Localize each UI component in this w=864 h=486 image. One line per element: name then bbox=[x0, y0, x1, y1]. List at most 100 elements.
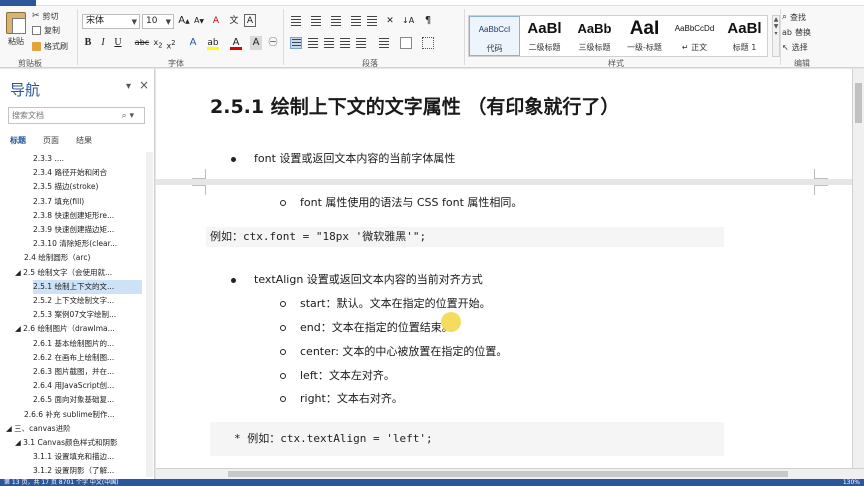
tree-item[interactable]: 2.5.2 上下文绘制文字... bbox=[33, 294, 142, 308]
distributed-button[interactable] bbox=[355, 37, 367, 49]
char-border-icon[interactable]: A bbox=[244, 14, 256, 27]
align-right-button[interactable] bbox=[323, 37, 335, 49]
close-icon[interactable]: × bbox=[139, 78, 149, 92]
option-desc: ：文本在指定的位置结束。 bbox=[320, 321, 453, 334]
tree-item[interactable]: 2.3.7 填充(fill) bbox=[33, 195, 142, 209]
chevron-down-icon[interactable]: ▾ bbox=[126, 81, 131, 92]
tree-item[interactable]: 2.4 绘制圆形（arc) bbox=[24, 251, 142, 265]
copy-button[interactable]: 复制 bbox=[32, 24, 60, 36]
bold-button[interactable]: B bbox=[83, 36, 93, 50]
align-center-button[interactable] bbox=[307, 37, 319, 49]
horizontal-scrollbar[interactable] bbox=[156, 468, 864, 479]
line-spacing-icon[interactable] bbox=[378, 37, 390, 49]
numbering-icon[interactable] bbox=[310, 15, 322, 27]
tree-item[interactable]: ◢ 三、canvas进阶 bbox=[6, 422, 142, 436]
show-marks-icon[interactable]: ¶ bbox=[422, 14, 434, 28]
multilevel-list-icon[interactable] bbox=[330, 15, 342, 27]
style-heading-2[interactable]: AaBl 二级标题 bbox=[519, 16, 570, 56]
underline-button[interactable]: U bbox=[113, 36, 123, 50]
gallery-scroll[interactable]: ▲ ▼ ▾ bbox=[772, 15, 780, 57]
tree-item[interactable]: 2.6.3 图片截图，并在... bbox=[33, 365, 142, 379]
style-heading-1[interactable]: AaI 一级-标题 bbox=[619, 16, 670, 56]
style-sample: AaBbCcDd bbox=[674, 24, 715, 33]
tree-item[interactable]: 2.6.5 面向对象基础复... bbox=[33, 393, 142, 407]
select-button[interactable]: ↖ 选择 bbox=[782, 41, 808, 53]
shrink-font-icon[interactable]: A▼ bbox=[193, 14, 205, 28]
cursor-icon: ↖ bbox=[782, 42, 789, 52]
tree-item[interactable]: 2.5.3 案例07文字绘制... bbox=[33, 308, 142, 322]
tab-headings[interactable]: 标题 bbox=[10, 135, 26, 146]
char-shading-icon[interactable]: A bbox=[250, 36, 262, 50]
tree-item[interactable]: 2.5.1 绘制上下文的文... bbox=[33, 279, 142, 294]
cut-button[interactable]: ✂ 剪切 bbox=[32, 10, 59, 22]
list-item: right：文本右对齐。 bbox=[280, 390, 403, 406]
nav-title: 导航 bbox=[10, 81, 41, 99]
tree-item[interactable]: 2.3.5 描边(stroke) bbox=[33, 180, 142, 194]
style-sample: AaBb bbox=[577, 21, 612, 36]
tree-item[interactable]: 2.3.10 清除矩形(clear... bbox=[33, 237, 142, 251]
tree-item[interactable]: ◢ 2.6 绘制图片（drawIma... bbox=[15, 322, 142, 336]
circle-bullet-icon bbox=[280, 325, 286, 331]
phonetic-guide-icon[interactable]: 文 bbox=[228, 14, 240, 28]
tab-pages[interactable]: 页面 bbox=[43, 135, 59, 146]
replace-button[interactable]: ab 替换 bbox=[782, 26, 811, 38]
grow-font-icon[interactable]: A▲ bbox=[178, 14, 190, 28]
shading-icon[interactable] bbox=[400, 37, 412, 49]
enclose-char-icon[interactable]: ㊀ bbox=[267, 36, 279, 50]
tree-item[interactable]: ◢ 3.1 Canvas颜色样式和阴影 bbox=[15, 436, 142, 450]
tree-item[interactable]: 2.6.4 用JavaScript创... bbox=[33, 379, 142, 393]
vertical-scrollbar[interactable] bbox=[852, 69, 864, 468]
option-key: start bbox=[300, 297, 326, 310]
tree-item[interactable]: 3.1.2 设置阴影（了解... bbox=[33, 464, 142, 478]
list-item: font 设置或返回文本内容的当前字体属性 bbox=[231, 150, 455, 166]
option-desc: ：文本左对齐。 bbox=[317, 369, 395, 382]
highlight-icon[interactable]: ab bbox=[207, 36, 219, 50]
italic-button[interactable]: I bbox=[98, 36, 108, 50]
find-button[interactable]: ⌕ 查找 bbox=[782, 11, 806, 23]
clear-format-icon[interactable]: A bbox=[210, 14, 222, 28]
font-name-select[interactable]: 宋体 ▼ bbox=[82, 14, 140, 29]
list-item: start：默认。文本在指定的位置开始。 bbox=[280, 295, 491, 311]
text-effects-icon[interactable]: A bbox=[187, 36, 199, 50]
font-color-icon[interactable]: A bbox=[230, 36, 242, 50]
search-input[interactable]: 搜索文档 ⌕ ▾ bbox=[8, 107, 145, 124]
format-painter-button[interactable]: 格式刷 bbox=[32, 40, 68, 52]
justify-button[interactable] bbox=[339, 37, 351, 49]
style-normal[interactable]: AaBbCcDd ↵ 正文 bbox=[669, 16, 720, 56]
style-title-1[interactable]: AaBl 标题 1 bbox=[719, 16, 770, 56]
decrease-indent-icon[interactable] bbox=[350, 15, 362, 27]
bullets-icon[interactable] bbox=[290, 15, 302, 27]
subscript-button[interactable]: x2 bbox=[153, 36, 163, 50]
scroll-thumb[interactable] bbox=[228, 471, 788, 477]
tree-item[interactable]: 3.1.1 设置填充和描边... bbox=[33, 450, 142, 464]
style-name: ↵ 正文 bbox=[681, 43, 708, 52]
borders-icon[interactable] bbox=[422, 37, 434, 49]
nav-scrollbar[interactable] bbox=[146, 152, 153, 477]
tree-item[interactable]: 2.6.2 在画布上绘制图... bbox=[33, 351, 142, 365]
font-name-value: 宋体 bbox=[86, 16, 105, 26]
font-bullet-text: font 设置或返回文本内容的当前字体属性 bbox=[254, 152, 456, 165]
tree-item[interactable]: 2.6.1 基本绘制图片的... bbox=[33, 337, 142, 351]
style-heading-3[interactable]: AaBb 三级标题 bbox=[569, 16, 620, 56]
status-text: 第 13 页，共 17 页 8701 个字 中文(中国) bbox=[4, 479, 119, 486]
paste-button[interactable]: 粘贴 bbox=[2, 10, 30, 54]
chinese-layout-icon[interactable]: ✕ bbox=[384, 14, 396, 28]
font-size-select[interactable]: 10 ▼ bbox=[142, 14, 174, 29]
tree-item[interactable]: ◢ 2.5 绘制文字（会使用就... bbox=[15, 266, 142, 280]
option-desc: ：默认。文本在指定的位置开始。 bbox=[325, 297, 491, 310]
tree-item[interactable]: 2.3.3 .... bbox=[33, 152, 142, 166]
tree-item[interactable]: 2.3.8 快速创建矩形re... bbox=[33, 209, 142, 223]
tree-item[interactable]: 2.6.6 补充 sublime制作... bbox=[24, 408, 142, 422]
increase-indent-icon[interactable] bbox=[366, 15, 378, 27]
tab-results[interactable]: 结果 bbox=[76, 135, 92, 146]
zoom-level[interactable]: 130% bbox=[843, 479, 860, 486]
tree-item[interactable]: 2.3.9 快速创建描边矩... bbox=[33, 223, 142, 237]
superscript-button[interactable]: x2 bbox=[166, 36, 176, 51]
tree-item[interactable]: 2.3.4 路径开始和闭合 bbox=[33, 166, 142, 180]
align-left-button[interactable] bbox=[290, 37, 302, 49]
scroll-thumb[interactable] bbox=[855, 83, 862, 123]
style-code[interactable]: AaBbCcI 代码 bbox=[469, 16, 520, 56]
strikethrough-button[interactable]: abc bbox=[134, 36, 150, 50]
sort-icon[interactable]: ↓A bbox=[402, 14, 414, 28]
search-icon[interactable]: ⌕ ▾ bbox=[122, 109, 134, 124]
